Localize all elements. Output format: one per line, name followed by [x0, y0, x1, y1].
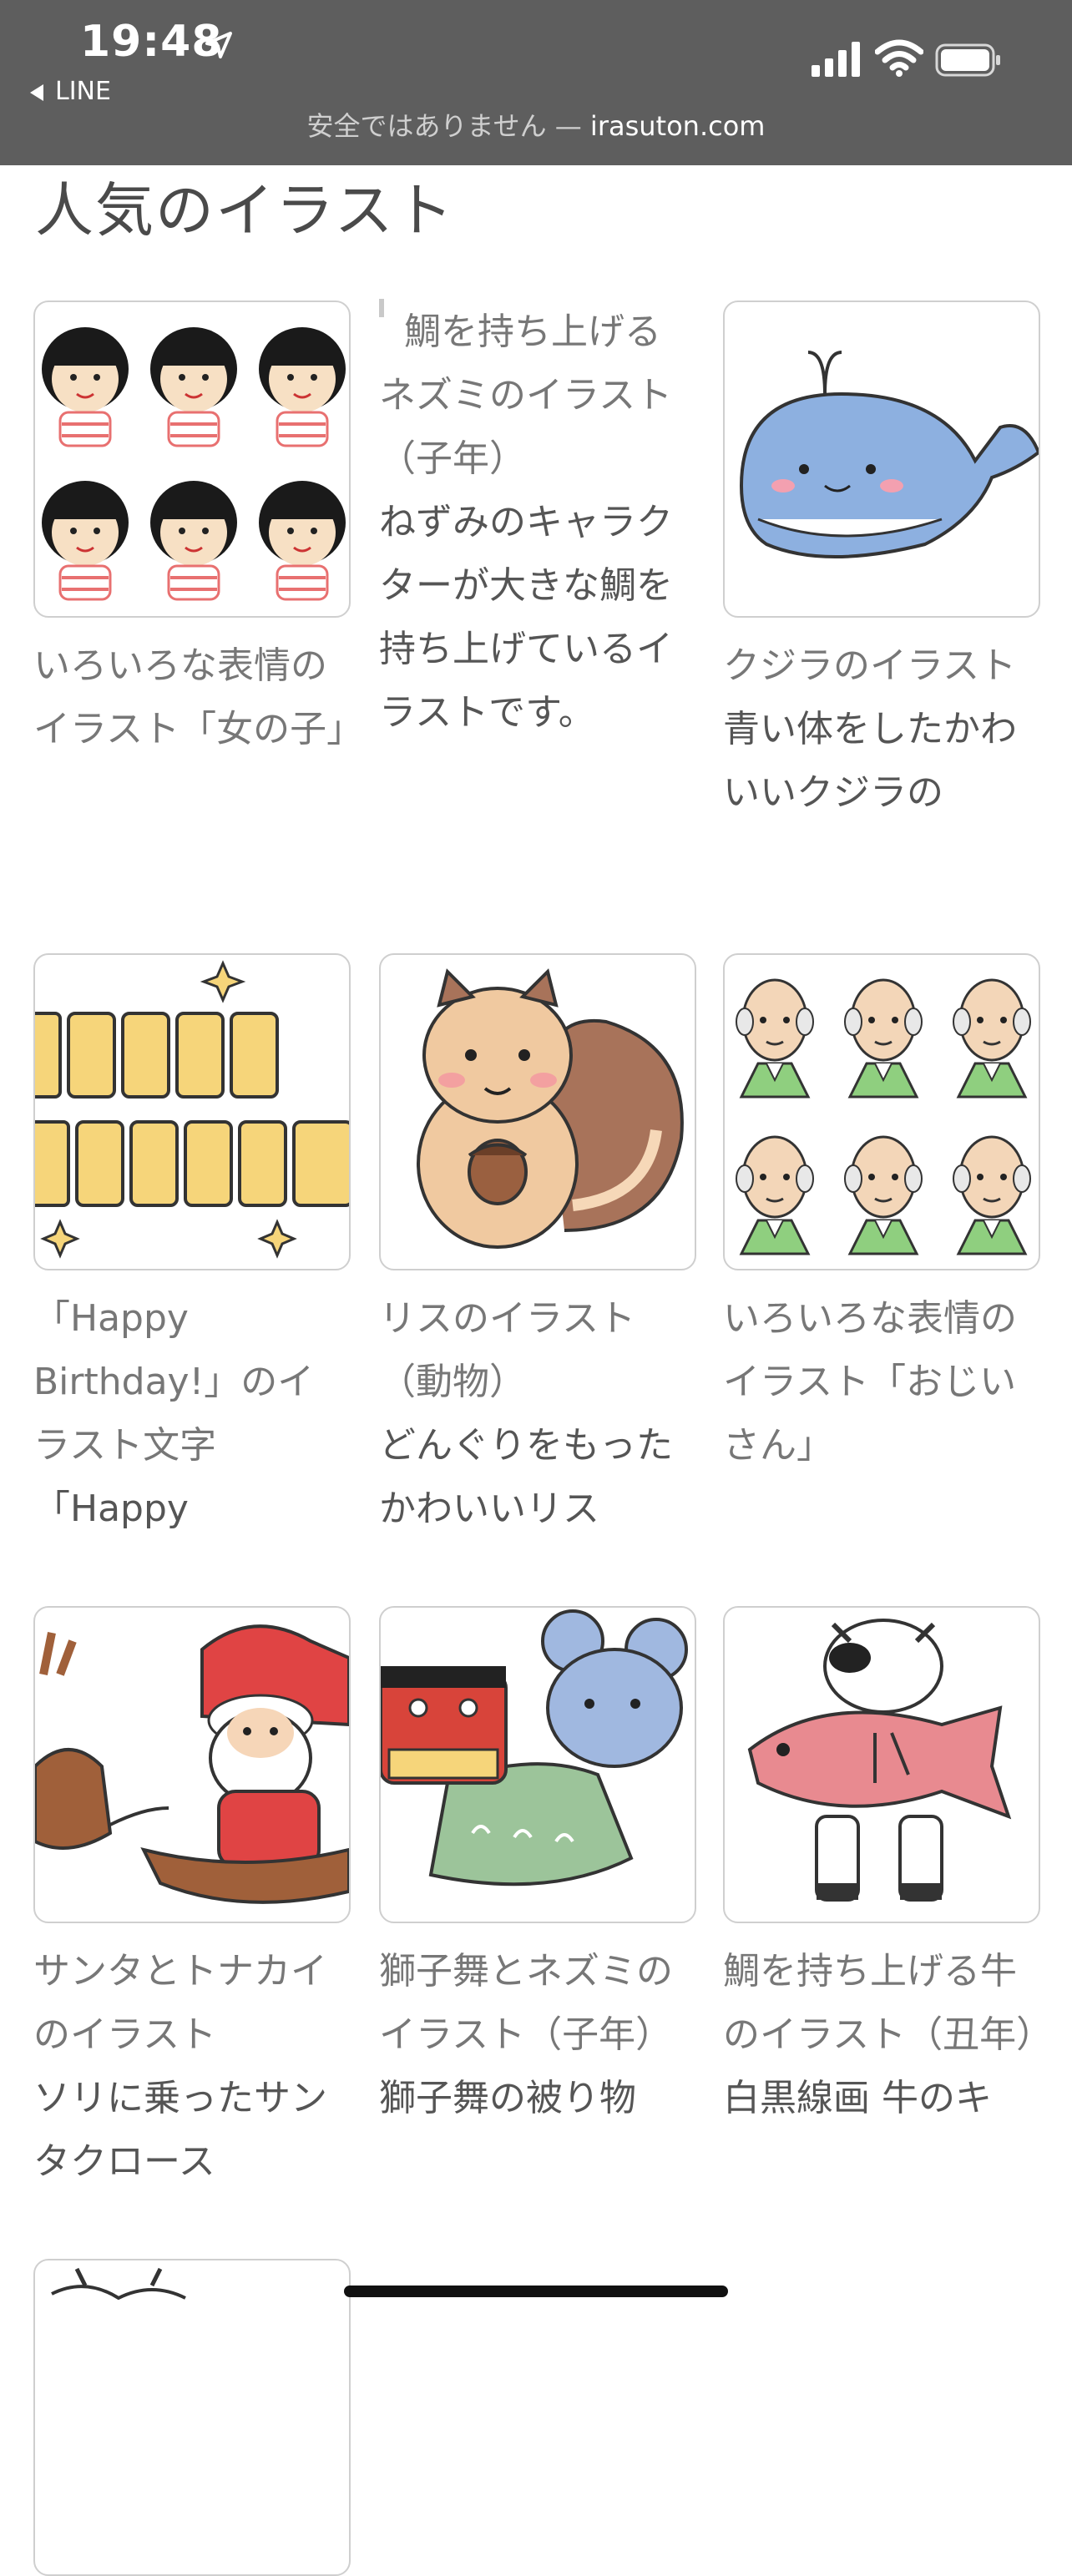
thumbnail-grandpa-expressions[interactable]: [723, 953, 1040, 1270]
card-description: 白黒線画 牛のキ: [723, 2077, 992, 2119]
card-description: 「Happy: [33, 1488, 189, 1530]
card-description: 獅子舞の被り物: [379, 2077, 636, 2119]
home-indicator[interactable]: [344, 2286, 728, 2297]
card-description: どんぐりをもったかわいいリス: [379, 1424, 673, 1530]
section-title: 人気のイラスト: [35, 176, 455, 245]
thumbnail-whale[interactable]: [723, 301, 1040, 618]
address-bar[interactable]: 安全ではありません — irasuton.com: [0, 105, 1072, 144]
card-title[interactable]: 「Happy Birthday!」のイラスト文字: [33, 1287, 351, 1477]
card-title[interactable]: いろいろな表情のイラスト「女の子」: [33, 634, 363, 761]
illustration-card[interactable]: [33, 2259, 351, 2576]
illustration-card[interactable]: サンタとトナカイのイラスト ソリに乗ったサンタクロース: [33, 1606, 351, 2194]
card-description: ソリに乗ったサンタクロース: [33, 2077, 327, 2183]
battery-icon: [935, 43, 1000, 77]
squirrel-image: [417, 968, 684, 1249]
illustration-card[interactable]: 鯛を持ち上げるネズミのイラスト（子年） ねずみのキャラクターが大きな鯛を持ち上げ…: [379, 301, 696, 745]
domain-label: irasuton.com: [589, 110, 766, 142]
illustration-card[interactable]: 獅子舞とネズミのイラスト（子年） 獅子舞の被り物: [379, 1606, 696, 2130]
illustration-card[interactable]: いろいろな表情のイラスト「女の子」: [33, 301, 363, 761]
back-to-app-button[interactable]: LINE: [30, 77, 111, 106]
card-title[interactable]: リスのイラスト（動物）: [379, 1287, 696, 1414]
illustration-card[interactable]: リスのイラスト（動物） どんぐりをもったかわいいリス: [379, 953, 696, 1541]
partial-cow-image: [51, 2267, 186, 2301]
back-arrow-icon: [30, 83, 43, 101]
grandpa-expressions-image: [735, 978, 1032, 1255]
girl-expressions-image: [40, 326, 347, 601]
card-description: ねずみのキャラクターが大きな鯛を持ち上げているイラストです。: [379, 501, 673, 734]
illustration-card[interactable]: クジラのイラスト 青い体をしたかわいいクジラの: [723, 301, 1040, 825]
card-description: 青い体をしたかわいいクジラの: [723, 708, 1017, 814]
card-title[interactable]: 獅子舞とネズミのイラスト（子年）: [379, 1940, 696, 2067]
location-arrow-icon: [205, 32, 232, 58]
card-title[interactable]: 鯛を持ち上げる牛のイラスト（丑年）: [723, 1940, 1053, 2067]
card-title[interactable]: 鯛を持ち上げるネズミのイラスト（子年）: [379, 301, 696, 491]
whale-image: [739, 351, 1039, 558]
thumbnail-happy-birthday[interactable]: [33, 953, 351, 1270]
shishimai-mouse-image: [381, 1609, 688, 1887]
back-app-label: LINE: [55, 77, 111, 106]
card-title[interactable]: サンタとトナカイのイラスト: [33, 1940, 351, 2067]
thumbnail-squirrel[interactable]: [379, 953, 696, 1270]
illustration-card[interactable]: いろいろな表情のイラスト「おじいさん」: [723, 953, 1040, 1477]
insecure-label: 安全ではありません —: [306, 110, 590, 142]
wifi-icon: [875, 39, 923, 77]
cellular-signal-icon: [812, 42, 860, 77]
thumbnail-shishimai-mouse[interactable]: [379, 1606, 696, 1923]
thumbnail-santa-reindeer[interactable]: [33, 1606, 351, 1923]
card-title[interactable]: いろいろな表情のイラスト「おじいさん」: [723, 1287, 1040, 1477]
thumbnail-cow-fish[interactable]: [723, 1606, 1040, 1923]
happy-birthday-lettering-image: [35, 960, 349, 1259]
cow-fish-image: [747, 1619, 1012, 1902]
illustration-card[interactable]: 「Happy Birthday!」のイラスト文字 「Happy: [33, 953, 351, 1541]
thumbnail-girl-expressions[interactable]: [33, 301, 351, 618]
status-bar: 19:48 LINE 安全ではありません — irasuton.com: [0, 0, 1072, 165]
card-title[interactable]: クジラのイラスト: [723, 634, 1040, 698]
thumbnail-partial[interactable]: [33, 2259, 351, 2576]
santa-reindeer-image: [35, 1624, 349, 1904]
clock: 19:48: [80, 17, 223, 67]
illustration-card[interactable]: 鯛を持ち上げる牛のイラスト（丑年） 白黒線画 牛のキ: [723, 1606, 1053, 2130]
